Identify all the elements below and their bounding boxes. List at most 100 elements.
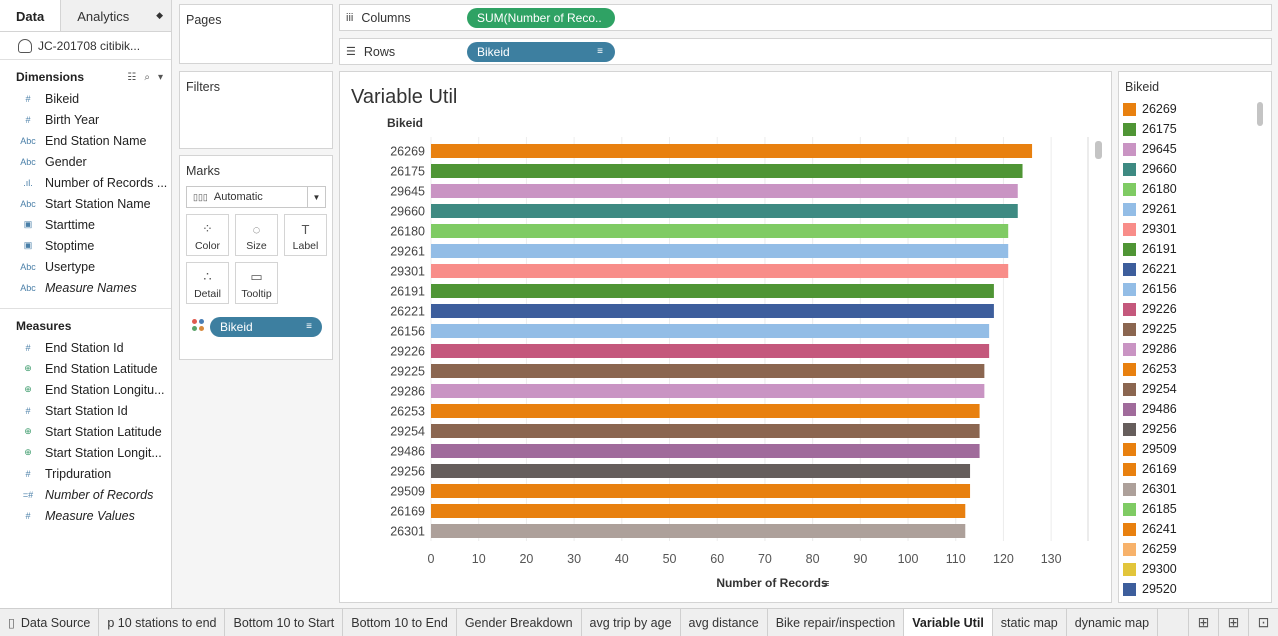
- legend-item[interactable]: 26221: [1119, 259, 1271, 279]
- measure-field[interactable]: ⊕ End Station Longitu...: [0, 379, 171, 400]
- columns-shelf[interactable]: iii Columns SUM(Number of Reco..: [339, 4, 1272, 31]
- sheet-tab[interactable]: Bottom 10 to Start: [225, 609, 344, 636]
- measure-field[interactable]: ⊕ Start Station Longit...: [0, 442, 171, 463]
- measure-field[interactable]: # End Station Id: [0, 337, 171, 358]
- sheet-tab[interactable]: Gender Breakdown: [456, 609, 582, 636]
- sheet-tab[interactable]: Bottom 10 to End: [343, 609, 457, 636]
- legend-item[interactable]: 26269: [1119, 99, 1271, 119]
- label-mark-button[interactable]: T Label: [284, 214, 327, 256]
- bar[interactable]: [431, 204, 1018, 218]
- new-worksheet-icon[interactable]: ⊞: [1188, 609, 1218, 636]
- legend-item[interactable]: 26185: [1119, 499, 1271, 519]
- bar[interactable]: [431, 324, 990, 338]
- tab-data[interactable]: Data: [0, 0, 62, 31]
- dimension-field[interactable]: ▣ Stoptime: [0, 235, 171, 256]
- datasource-item[interactable]: JC-201708 citibik...: [0, 32, 171, 60]
- tooltip-mark-button[interactable]: ▭ Tooltip: [235, 262, 278, 304]
- measure-field[interactable]: # Tripduration: [0, 463, 171, 484]
- legend-item[interactable]: 26301: [1119, 479, 1271, 499]
- bar[interactable]: [431, 144, 1033, 158]
- rows-shelf[interactable]: ☰ Rows Bikeid ≡: [339, 38, 1272, 65]
- sheet-tab[interactable]: Bike repair/inspection: [767, 609, 905, 636]
- bar[interactable]: [431, 404, 980, 418]
- legend-item[interactable]: 29645: [1119, 139, 1271, 159]
- color-pill-bikeid[interactable]: Bikeid ≡: [210, 317, 322, 337]
- measure-field[interactable]: ⊕ End Station Latitude: [0, 358, 171, 379]
- dimension-field[interactable]: Abc Gender: [0, 151, 171, 172]
- bar[interactable]: [431, 444, 980, 458]
- bar[interactable]: [431, 484, 971, 498]
- new-dashboard-icon[interactable]: ⊞: [1218, 609, 1248, 636]
- dimension-field[interactable]: Abc Measure Names: [0, 277, 171, 298]
- legend-item[interactable]: 26241: [1119, 519, 1271, 539]
- legend-item[interactable]: 29286: [1119, 339, 1271, 359]
- legend-item[interactable]: 26259: [1119, 539, 1271, 559]
- dimension-field[interactable]: Abc Usertype: [0, 256, 171, 277]
- bar[interactable]: [431, 424, 980, 438]
- sheet-tab[interactable]: static map: [992, 609, 1067, 636]
- measure-field[interactable]: ⊕ Start Station Latitude: [0, 421, 171, 442]
- sheet-tab[interactable]: p 10 stations to end: [99, 609, 226, 636]
- bar[interactable]: [431, 224, 1009, 238]
- rows-pill[interactable]: Bikeid ≡: [467, 41, 615, 62]
- bar[interactable]: [431, 524, 966, 538]
- bar[interactable]: [431, 304, 994, 318]
- bar[interactable]: [431, 244, 1009, 258]
- legend-item[interactable]: 29486: [1119, 399, 1271, 419]
- bar[interactable]: [431, 364, 985, 378]
- measure-field[interactable]: # Start Station Id: [0, 400, 171, 421]
- dimension-field[interactable]: # Bikeid: [0, 88, 171, 109]
- legend-item[interactable]: 26156: [1119, 279, 1271, 299]
- list-view-icon[interactable]: ☷: [127, 72, 136, 83]
- tab-analytics[interactable]: Analytics ◆: [61, 0, 171, 31]
- viz-view[interactable]: Bikeid 26269 26175 29645 29660 26180 29261 2930…: [339, 71, 1112, 603]
- legend-item[interactable]: 29256: [1119, 419, 1271, 439]
- dimension-field[interactable]: Abc Start Station Name: [0, 193, 171, 214]
- legend-item[interactable]: 29226: [1119, 299, 1271, 319]
- legend-item[interactable]: 26180: [1119, 179, 1271, 199]
- color-mark-button[interactable]: ⁘ Color: [186, 214, 229, 256]
- filters-card[interactable]: Filters: [179, 71, 333, 149]
- dimension-field[interactable]: # Birth Year: [0, 109, 171, 130]
- chevron-down-icon[interactable]: ▾: [158, 72, 163, 83]
- legend-item[interactable]: 29660: [1119, 159, 1271, 179]
- dimension-field[interactable]: .ıl. Number of Records ...: [0, 172, 171, 193]
- columns-pill[interactable]: SUM(Number of Reco..: [467, 7, 615, 28]
- sort-icon[interactable]: ≡: [823, 578, 829, 590]
- legend-item[interactable]: 29509: [1119, 439, 1271, 459]
- detail-mark-button[interactable]: ∴ Detail: [186, 262, 229, 304]
- legend-item[interactable]: 26191: [1119, 239, 1271, 259]
- mark-type-select[interactable]: ▯▯▯ Automatic ▼: [186, 186, 326, 208]
- legend-item[interactable]: 29300: [1119, 559, 1271, 579]
- legend-item[interactable]: 29261: [1119, 199, 1271, 219]
- bar[interactable]: [431, 264, 1009, 278]
- measure-field[interactable]: # Measure Values: [0, 505, 171, 526]
- legend-scrollbar[interactable]: [1257, 102, 1263, 126]
- legend-item[interactable]: 29301: [1119, 219, 1271, 239]
- chevron-down-icon[interactable]: ▼: [307, 187, 325, 207]
- legend-item[interactable]: 29254: [1119, 379, 1271, 399]
- bar-chart[interactable]: Bikeid 26269 26175 29645 29660 26180 29261 2930…: [340, 72, 1111, 602]
- dimension-field[interactable]: Abc End Station Name: [0, 130, 171, 151]
- legend-item[interactable]: 26253: [1119, 359, 1271, 379]
- bar[interactable]: [431, 184, 1018, 198]
- legend-item[interactable]: 29520: [1119, 579, 1271, 599]
- bar[interactable]: [431, 344, 990, 358]
- bar[interactable]: [431, 464, 971, 478]
- sheet-tab[interactable]: dynamic map: [1066, 609, 1159, 636]
- dimension-field[interactable]: ▣ Starttime: [0, 214, 171, 235]
- sheet-tab[interactable]: Variable Util: [904, 609, 993, 636]
- bar[interactable]: [431, 284, 994, 298]
- measure-field[interactable]: =# Number of Records: [0, 484, 171, 505]
- sheet-tab[interactable]: avg trip by age: [581, 609, 681, 636]
- size-mark-button[interactable]: ◌ Size: [235, 214, 278, 256]
- bar[interactable]: [431, 164, 1023, 178]
- new-story-icon[interactable]: ⊡: [1248, 609, 1278, 636]
- search-icon[interactable]: ⌕: [144, 72, 150, 83]
- sheet-tab[interactable]: ▯ Data Source: [0, 609, 100, 636]
- chart-scrollbar[interactable]: [1095, 141, 1102, 159]
- legend-item[interactable]: 26175: [1119, 119, 1271, 139]
- sheet-tab[interactable]: avg distance: [680, 609, 768, 636]
- bar[interactable]: [431, 384, 985, 398]
- bar[interactable]: [431, 504, 966, 518]
